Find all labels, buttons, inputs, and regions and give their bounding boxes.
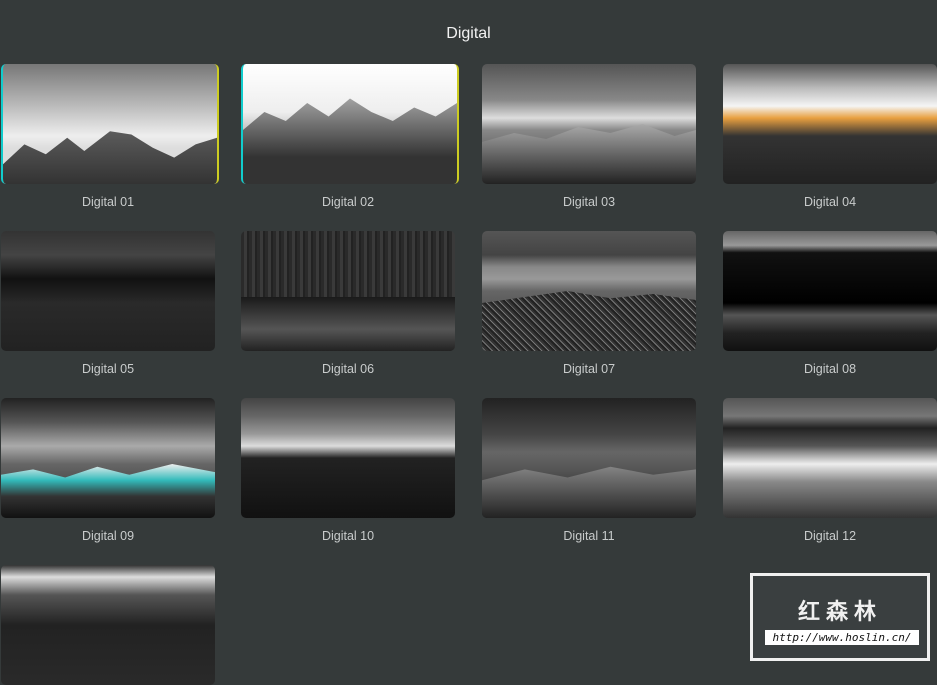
effect-tile[interactable]: Digital 11 — [482, 398, 696, 543]
page-title: Digital — [446, 25, 491, 42]
effect-tile[interactable]: Digital 10 — [241, 398, 455, 543]
effect-label: Digital 10 — [321, 529, 375, 543]
effect-label: Digital 03 — [562, 195, 616, 209]
effect-label: Digital 09 — [81, 529, 135, 543]
effect-tile[interactable]: Digital 02 — [241, 64, 459, 209]
effect-label: Digital 04 — [803, 195, 857, 209]
effect-label: Digital 05 — [81, 362, 135, 376]
effect-label: Digital 06 — [321, 362, 375, 376]
effect-tile[interactable]: Digital 12 — [723, 398, 937, 543]
effect-label: Digital 01 — [81, 195, 135, 209]
effect-tile[interactable]: Digital 06 — [241, 231, 455, 376]
watermark-name: 红森林 — [797, 599, 882, 624]
effect-label: Digital 02 — [321, 195, 375, 209]
effect-tile[interactable]: Digital 03 — [482, 64, 696, 209]
effect-tile[interactable]: Digital 01 — [1, 64, 219, 209]
effect-tile[interactable]: Digital 07 — [482, 231, 696, 376]
effect-thumbnail — [1, 231, 215, 351]
effect-thumbnail — [482, 231, 696, 351]
watermark-url: http://www.hoslin.cn/ — [765, 630, 919, 645]
effect-thumbnail — [723, 64, 937, 184]
effect-thumbnail — [482, 64, 696, 184]
effect-thumbnail — [241, 398, 455, 518]
effect-thumbnail — [482, 398, 696, 518]
effect-tile[interactable]: Digital 05 — [1, 231, 215, 376]
effect-thumbnail — [1, 565, 215, 685]
effect-tile[interactable]: Digital 08 — [723, 231, 937, 376]
effect-thumbnail — [241, 64, 459, 184]
effect-thumbnail — [1, 398, 215, 518]
effect-label: Digital 08 — [803, 362, 857, 376]
effect-tile[interactable] — [1, 565, 215, 685]
effect-thumbnail — [723, 398, 937, 518]
effect-thumbnail — [723, 231, 937, 351]
effect-label: Digital 11 — [563, 529, 615, 543]
effect-tile[interactable]: Digital 09 — [1, 398, 215, 543]
effect-label: Digital 12 — [803, 529, 857, 543]
watermark-logo: 红森林 http://www.hoslin.cn/ — [750, 573, 930, 661]
effect-tile[interactable]: Digital 04 — [723, 64, 937, 209]
effect-thumbnail — [1, 64, 219, 184]
effect-label: Digital 07 — [562, 362, 616, 376]
effect-thumbnail — [241, 231, 455, 351]
